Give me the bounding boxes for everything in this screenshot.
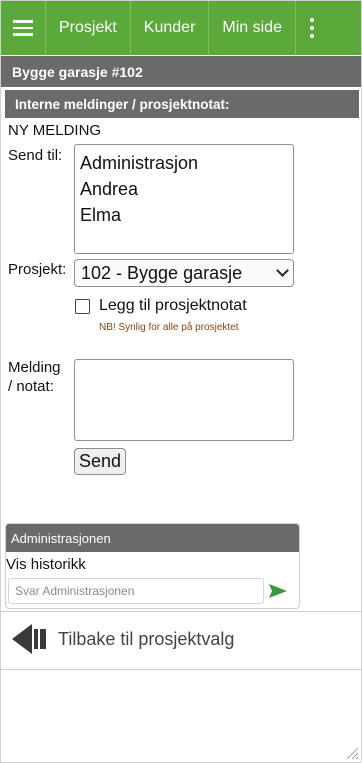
page-title: Bygge garasje #102 (1, 56, 361, 87)
new-message-heading: NY MELDING (8, 122, 102, 139)
recipient-option[interactable]: Elma (80, 202, 288, 228)
divider (1, 611, 361, 612)
recipient-listbox[interactable]: Administrasjon Andrea Elma (74, 144, 294, 254)
thread-card: Administrasjonen Vis historikk Svar Admi… (5, 523, 300, 609)
thread-header: Administrasjonen (6, 524, 299, 552)
project-label: Prosjekt: (8, 261, 67, 278)
project-select[interactable]: 102 - Bygge garasje (74, 259, 294, 287)
visibility-note: NB! Synlig for alle på prosjektet (99, 322, 239, 333)
recipient-option[interactable]: Andrea (80, 176, 288, 202)
kebab-icon (309, 16, 314, 40)
divider (1, 669, 361, 670)
chevron-down-icon (276, 264, 289, 277)
send-to-label: Send til: (8, 147, 63, 164)
message-label-line-1: Melding (8, 359, 61, 376)
project-note-checkbox-label[interactable]: Legg til prosjektnotat (99, 297, 247, 315)
show-history-link[interactable]: Vis historikk (6, 556, 86, 573)
hamburger-icon (13, 18, 33, 38)
back-to-projects-button[interactable]: Tilbake til prosjektvalg (10, 620, 234, 658)
window-resize-icon[interactable] (345, 746, 359, 760)
send-arrow-icon[interactable] (268, 583, 288, 599)
back-label: Tilbake til prosjektvalg (58, 628, 235, 649)
more-options-button[interactable] (296, 1, 361, 55)
nav-item-prosjekt[interactable]: Prosjekt (46, 1, 131, 55)
back-arrow-icon (12, 624, 46, 654)
project-note-checkbox[interactable] (75, 299, 90, 314)
recipient-option[interactable]: Administrasjon (80, 150, 288, 176)
section-title: Interne meldinger / prosjektnotat: (5, 90, 359, 118)
menu-button[interactable] (1, 1, 46, 55)
message-textarea[interactable] (74, 359, 294, 441)
top-navbar: Prosjekt Kunder Min side (1, 1, 361, 55)
reply-input[interactable]: Svar Administrasjonen (8, 578, 264, 604)
nav-item-kunder[interactable]: Kunder (131, 1, 210, 55)
nav-item-min-side[interactable]: Min side (209, 1, 296, 55)
project-select-value: 102 - Bygge garasje (81, 262, 243, 283)
message-label-line-2: / notat: (8, 378, 54, 395)
send-button[interactable]: Send (74, 448, 126, 475)
